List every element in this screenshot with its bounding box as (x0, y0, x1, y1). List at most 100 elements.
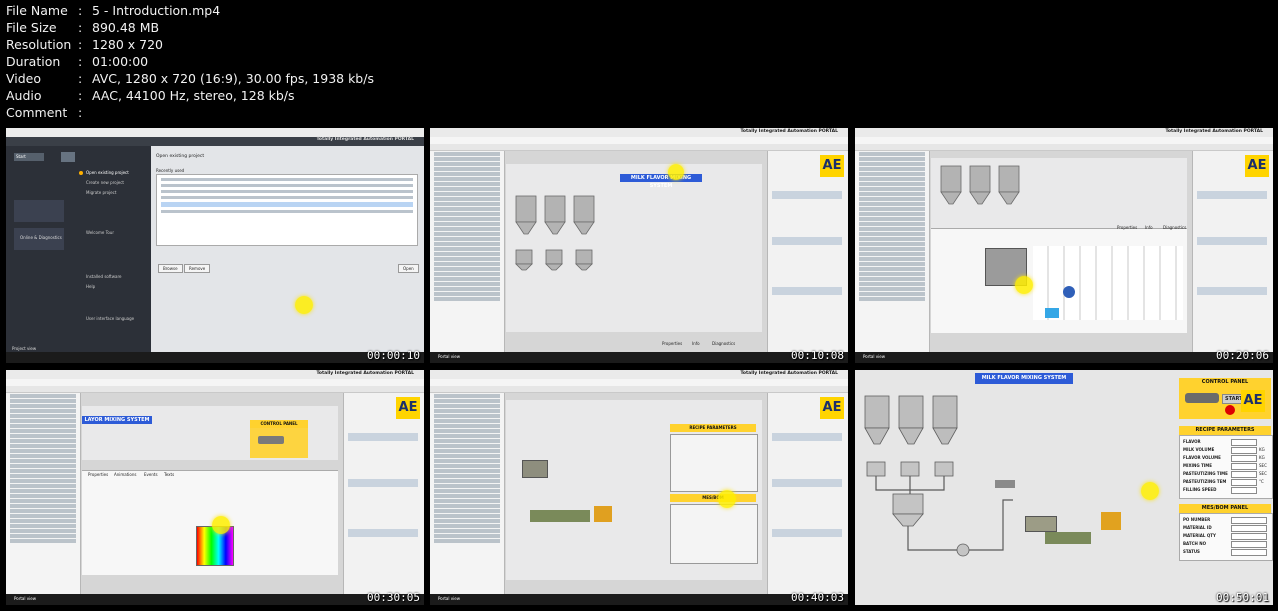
taskbar (6, 352, 424, 363)
toolbox-panel[interactable]: AE (767, 151, 848, 352)
remove-button[interactable]: Remove (184, 264, 211, 273)
recipe-title: RECIPE PARAMETERS (1179, 426, 1271, 435)
portal-view-link[interactable]: Portal view (438, 354, 460, 359)
mes-field[interactable] (1231, 525, 1267, 532)
timestamp: 00:00:10 (367, 349, 420, 362)
menu-help[interactable]: Help (86, 284, 95, 289)
file-info-row: File Size:890.48 MB (6, 19, 374, 36)
thumbnail-2[interactable]: Totally Integrated Automation PORTAL MIL… (430, 128, 848, 363)
recipe-field[interactable] (1231, 455, 1257, 462)
menu-migrate-project[interactable]: Migrate project (86, 190, 116, 195)
toolbox-panel[interactable]: AE (1192, 151, 1273, 352)
recipe-unit: °C (1259, 479, 1264, 484)
recipe-label: MILK VOLUME (1183, 447, 1215, 452)
file-info-row: Comment: (6, 104, 374, 121)
timestamp: 00:30:05 (367, 591, 420, 604)
recipe-field[interactable] (1231, 487, 1257, 494)
tia-title: Totally Integrated Automation PORTAL (740, 129, 838, 134)
screen-title: LAYOR MIXING SYSTEM (82, 416, 152, 424)
recipe-unit: KG (1259, 455, 1265, 460)
tia-title: Totally Integrated Automation PORTAL (1165, 129, 1263, 134)
tab-info[interactable]: Info (1145, 225, 1153, 230)
info-sep: : (78, 20, 83, 35)
pipework-icon (866, 461, 1013, 557)
tia-title: Totally Integrated Automation PORTAL (316, 371, 414, 376)
info-value: 5 - Introduction.mp4 (92, 3, 221, 18)
mes-label: MATERIAL QTY (1183, 533, 1216, 538)
tab-properties[interactable]: Properties (662, 341, 682, 346)
menu-welcome-tour[interactable]: Welcome Tour (86, 230, 114, 235)
thumbnail-4[interactable]: Totally Integrated Automation PORTAL LAY… (6, 370, 424, 605)
project-tree[interactable] (6, 393, 81, 594)
browse-button[interactable]: Browse (158, 264, 183, 273)
recipe-field[interactable] (1231, 479, 1257, 486)
mes-field[interactable] (1231, 533, 1267, 540)
menu-installed-software[interactable]: Installed software (86, 274, 122, 279)
recipe-unit: SEC (1259, 471, 1267, 476)
stop-indicator-icon[interactable] (1225, 405, 1235, 415)
portal-view-link[interactable]: Portal view (438, 596, 460, 601)
info-key: Video (6, 71, 42, 86)
tab-texts[interactable]: Texts (164, 472, 174, 477)
recipe-field[interactable] (1231, 439, 1257, 446)
recipe-field[interactable] (1231, 471, 1257, 478)
menu-language[interactable]: User interface language (86, 316, 134, 321)
info-key: Audio (6, 88, 42, 103)
info-value: 890.48 MB (92, 20, 160, 35)
taskbar (430, 352, 848, 363)
info-key: Duration (6, 54, 61, 69)
info-key: Comment (6, 105, 68, 120)
recipe-field[interactable] (1231, 447, 1257, 454)
tab-info[interactable]: Info (692, 341, 700, 346)
mouse-cursor (718, 490, 736, 508)
file-info: File Name:5 - Introduction.mp4 File Size… (6, 2, 374, 121)
timestamp: 00:40:03 (791, 591, 844, 604)
project-tree[interactable] (430, 151, 505, 352)
sidebar-online-diagnostics[interactable]: Online & Diagnostics (20, 235, 62, 240)
mouse-cursor (668, 164, 684, 180)
control-panel-title: CONTROL PANEL (1179, 378, 1271, 387)
project-view-link[interactable]: Project view (12, 346, 36, 351)
toolbox-panel[interactable]: AE (343, 393, 424, 594)
project-tree[interactable] (430, 393, 505, 594)
info-sep: : (78, 3, 83, 18)
info-key: File Size (6, 20, 57, 35)
recipe-label: PASTEUTIZING TEM (1183, 479, 1227, 484)
tia-title: Totally Integrated Automation PORTAL (316, 137, 414, 142)
portal-view-link[interactable]: Portal view (14, 596, 36, 601)
thumbnail-3[interactable]: Totally Integrated Automation PORTAL Pro… (855, 128, 1273, 363)
tab-diagnostics[interactable]: Diagnostics (712, 341, 735, 346)
info-value: 1280 x 720 (92, 37, 164, 52)
recipe-label: FILLING SPEED (1183, 487, 1217, 492)
mes-field[interactable] (1231, 549, 1267, 556)
taskbar (6, 594, 424, 605)
tab-events[interactable]: Events (144, 472, 158, 477)
tab-diagnostics[interactable]: Diagnostics (1163, 225, 1186, 230)
open-button[interactable]: Open (398, 264, 419, 273)
file-info-row: Resolution:1280 x 720 (6, 36, 374, 53)
menu-open-project[interactable]: Open existing project (86, 170, 129, 175)
panel-heading: Open existing project (156, 154, 205, 159)
thumbnail-5[interactable]: Totally Integrated Automation PORTAL REC… (430, 370, 848, 605)
info-sep: : (78, 37, 83, 52)
thumbnail-6[interactable]: MILK FLAVOR MIXING SYSTEM CONTROL PANEL … (855, 370, 1273, 605)
tab-animations[interactable]: Animations (114, 472, 136, 477)
mouse-cursor (212, 516, 230, 534)
toolbox-panel[interactable]: AE (767, 393, 848, 594)
mes-label: STATUS (1183, 549, 1200, 554)
recipe-field[interactable] (1231, 463, 1257, 470)
mes-title: MES/BOM (670, 494, 756, 502)
timestamp: 00:50:01 (1216, 591, 1269, 604)
mes-field[interactable] (1231, 541, 1267, 548)
mes-field[interactable] (1231, 517, 1267, 524)
taskbar (430, 594, 848, 605)
tab-properties[interactable]: Properties (1117, 225, 1137, 230)
mes-label: MATERIAL ID (1183, 525, 1212, 530)
tab-properties[interactable]: Properties (88, 472, 108, 477)
info-sep: : (78, 105, 83, 120)
menu-create-project[interactable]: Create new project (86, 180, 124, 185)
portal-view-link[interactable]: Portal view (863, 354, 885, 359)
info-value: AVC, 1280 x 720 (16:9), 30.00 fps, 1938 … (92, 71, 374, 86)
project-tree[interactable] (855, 151, 930, 352)
thumbnail-1[interactable]: Totally Integrated Automation PORTAL Sta… (6, 128, 424, 363)
